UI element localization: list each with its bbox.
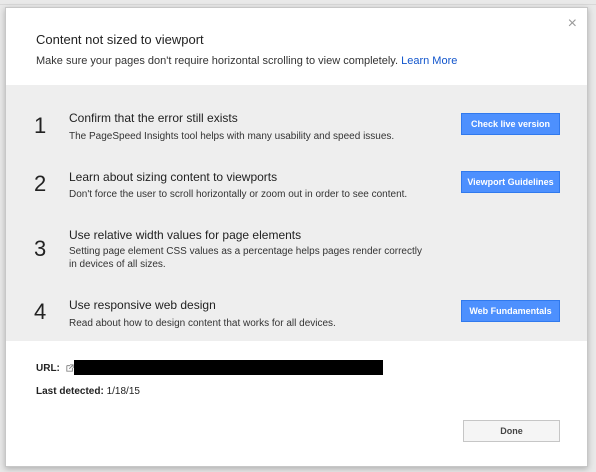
step-title: Use responsive web design xyxy=(69,298,216,312)
step-number: 3 xyxy=(34,236,47,261)
url-value-redacted[interactable] xyxy=(74,360,383,375)
dialog-subtitle: Make sure your pages don't require horiz… xyxy=(36,55,457,67)
step-title: Confirm that the error still exists xyxy=(69,111,238,125)
url-row: URL: xyxy=(36,363,74,374)
learn-more-link[interactable]: Learn More xyxy=(401,55,457,67)
step-number: 2 xyxy=(34,171,47,196)
check-live-version-button[interactable]: Check live version xyxy=(461,113,560,135)
last-detected-value: 1/18/15 xyxy=(106,386,140,397)
step-description: Setting page element CSS values as a per… xyxy=(69,246,422,270)
steps-panel: 1 Confirm that the error still exists Th… xyxy=(6,85,587,341)
dialog: × Content not sized to viewport Make sur… xyxy=(5,7,588,467)
last-detected: Last detected: 1/18/15 xyxy=(36,386,140,397)
step-title: Use relative width values for page eleme… xyxy=(69,228,302,242)
done-button[interactable]: Done xyxy=(463,420,560,442)
viewport-guidelines-button[interactable]: Viewport Guidelines xyxy=(461,171,560,193)
step-description: Read about how to design content that wo… xyxy=(69,318,336,329)
step-number: 4 xyxy=(34,299,47,324)
step-description: The PageSpeed Insights tool helps with m… xyxy=(69,131,395,142)
step-number: 1 xyxy=(34,113,47,138)
subtitle-text: Make sure your pages don't require horiz… xyxy=(36,55,399,67)
last-detected-label: Last detected: xyxy=(36,386,104,397)
step-description: Don't force the user to scroll horizonta… xyxy=(69,189,408,200)
web-fundamentals-button[interactable]: Web Fundamentals xyxy=(461,300,560,322)
close-icon[interactable]: × xyxy=(568,16,577,32)
url-label: URL: xyxy=(36,363,60,374)
external-link-icon[interactable] xyxy=(65,364,74,372)
step-title: Learn about sizing content to viewports xyxy=(69,170,278,184)
dialog-title: Content not sized to viewport xyxy=(36,32,204,47)
